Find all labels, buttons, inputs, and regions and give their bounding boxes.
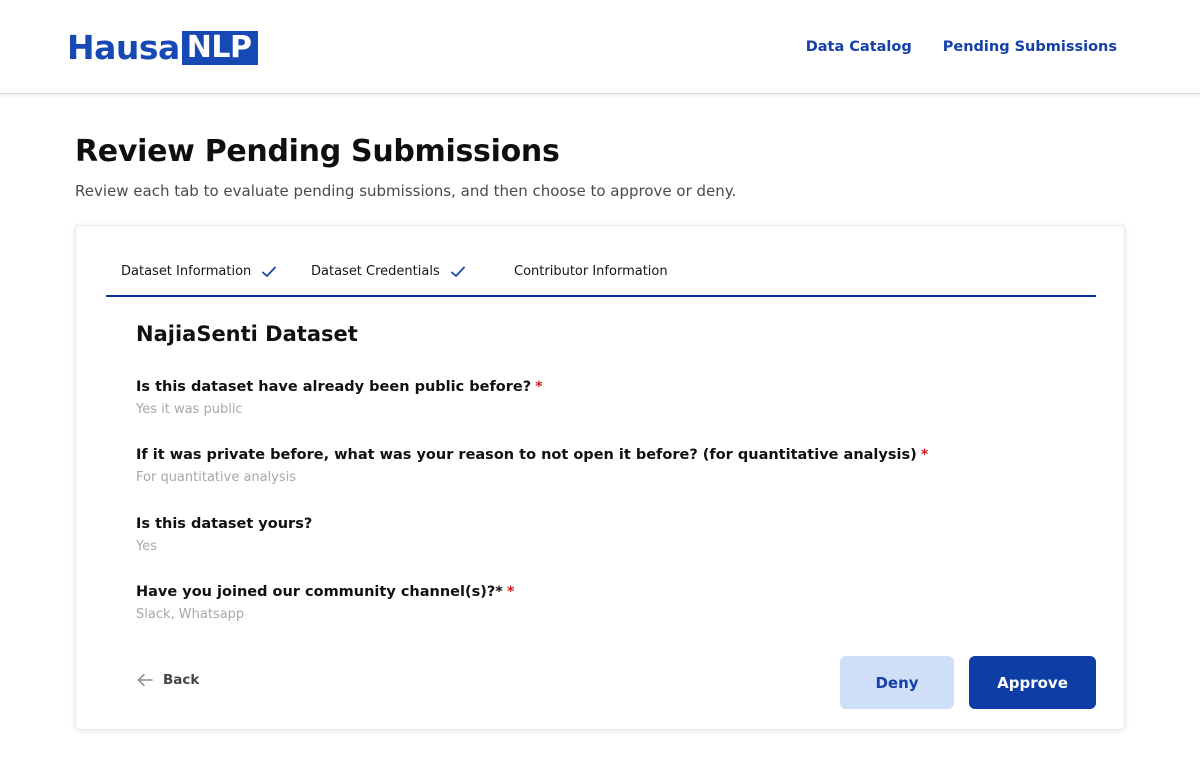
submission-review-card: Dataset Information Dataset Credentials … [75, 225, 1125, 730]
question-dataset-ownership: Is this dataset yours? Yes [136, 514, 312, 555]
top-navigation-bar: Hausa NLP Data Catalog Pending Submissio… [0, 0, 1200, 94]
review-tabs: Dataset Information Dataset Credentials … [106, 226, 1096, 297]
main-nav: Data Catalog Pending Submissions [806, 38, 1117, 56]
back-button[interactable]: Back [137, 672, 199, 688]
question-label: Is this dataset yours? [136, 514, 312, 534]
nav-link-pending-submissions[interactable]: Pending Submissions [943, 38, 1117, 56]
question-label: Have you joined our community channel(s)… [136, 582, 514, 602]
approve-button[interactable]: Approve [969, 656, 1096, 709]
logo-text-hausa: Hausa [67, 28, 180, 67]
question-community-channels: Have you joined our community channel(s)… [136, 582, 514, 623]
nav-link-data-catalog[interactable]: Data Catalog [806, 38, 912, 56]
required-indicator: * [535, 379, 543, 395]
answer-value: Yes [136, 539, 157, 554]
question-label: Is this dataset have already been public… [136, 377, 543, 397]
deny-button[interactable]: Deny [840, 656, 954, 709]
tab-label: Dataset Credentials [311, 264, 440, 279]
question-text: Have you joined our community channel(s)… [136, 584, 503, 600]
tab-label: Dataset Information [121, 264, 252, 279]
arrow-left-icon [137, 673, 153, 687]
check-icon [450, 266, 465, 277]
question-label: If it was private before, what was your … [136, 445, 928, 465]
required-indicator: * [920, 447, 929, 463]
hausanlp-logo[interactable]: Hausa NLP [67, 30, 258, 66]
tab-dataset-information[interactable]: Dataset Information [121, 264, 277, 280]
page-subtitle: Review each tab to evaluate pending subm… [75, 182, 737, 200]
answer-value: For quantitative analysis [136, 470, 297, 485]
required-indicator: * [506, 584, 515, 600]
logo-text-nlp: NLP [181, 31, 258, 65]
question-text: Is this dataset yours? [136, 516, 313, 532]
answer-value: Slack, Whatsapp [136, 607, 245, 622]
answer-value: Yes it was public [136, 402, 243, 417]
question-public-before: Is this dataset have already been public… [136, 377, 543, 418]
dataset-title: NajiaSenti Dataset [136, 322, 358, 346]
check-icon [262, 266, 277, 277]
page-title: Review Pending Submissions [75, 134, 560, 169]
question-text: Is this dataset have already been public… [136, 379, 532, 395]
tab-contributor-information[interactable]: Contributor Information [514, 264, 668, 280]
question-private-reason: If it was private before, what was your … [136, 445, 928, 486]
question-text: If it was private before, what was your … [136, 447, 917, 463]
back-label: Back [163, 672, 200, 688]
tab-label: Contributor Information [514, 264, 668, 279]
tab-dataset-credentials[interactable]: Dataset Credentials [311, 264, 465, 280]
